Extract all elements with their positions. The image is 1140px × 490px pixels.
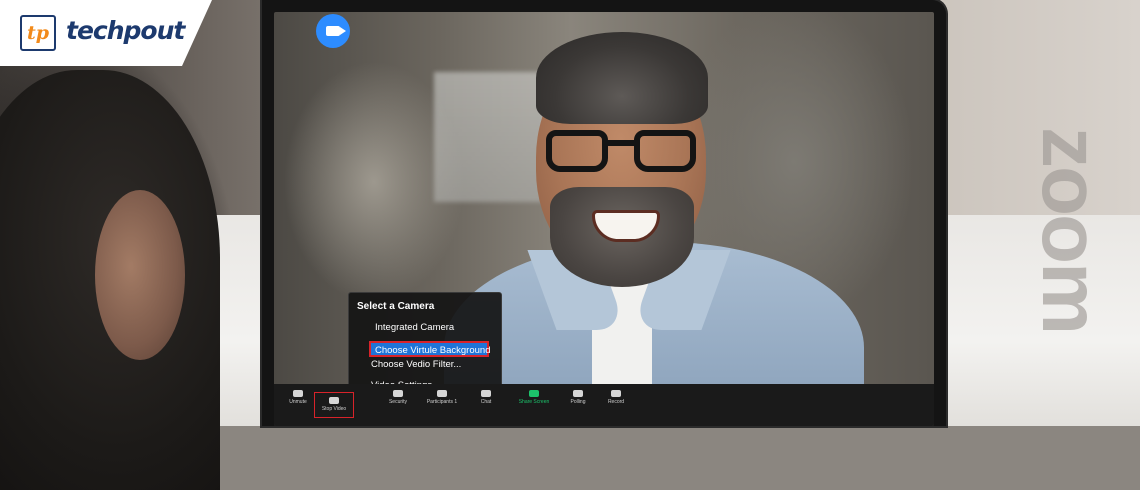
logo-mark: tp [20,15,56,51]
chat-button[interactable]: Chat [466,390,506,405]
share-screen-icon [529,390,539,397]
menu-item-virtual-background[interactable]: Choose Virtule Background [369,341,490,357]
participants-button[interactable]: Participants 1 [422,390,462,405]
polling-button[interactable]: Polling [558,390,598,405]
logo-text: techpout [66,16,185,45]
participants-count: 1 [454,399,458,405]
share-screen-button[interactable]: Share Screen [514,390,554,405]
bar-chart-icon [573,390,583,397]
zoom-meeting-screen: Select a Camera Integrated Camera Choose… [274,12,934,426]
meeting-toolbar: Unmute Stop Video Security Participants … [274,384,934,426]
shield-icon [393,390,403,397]
participant-hair [536,32,708,124]
video-camera-icon[interactable] [316,14,350,48]
video-camera-icon [329,397,339,404]
menu-title: Select a Camera [357,301,435,312]
record-icon [611,390,621,397]
glasses [546,130,698,176]
foreground-person-ear [95,190,185,360]
stop-video-button[interactable]: Stop Video [314,392,354,418]
security-button[interactable]: Security [378,390,418,405]
zoom-watermark: zoom [1025,126,1116,334]
laptop: Select a Camera Integrated Camera Choose… [262,0,946,426]
menu-item-video-filter[interactable]: Choose Vedio Filter... [371,359,461,370]
participants-icon [437,390,447,397]
record-button[interactable]: Record [596,390,636,405]
unmute-button[interactable]: Unmute [278,390,318,405]
menu-item-integrated-camera[interactable]: Integrated Camera [375,322,454,333]
microphone-icon [293,390,303,397]
logo-banner: tp techpout [0,0,212,66]
chat-icon [481,390,491,397]
